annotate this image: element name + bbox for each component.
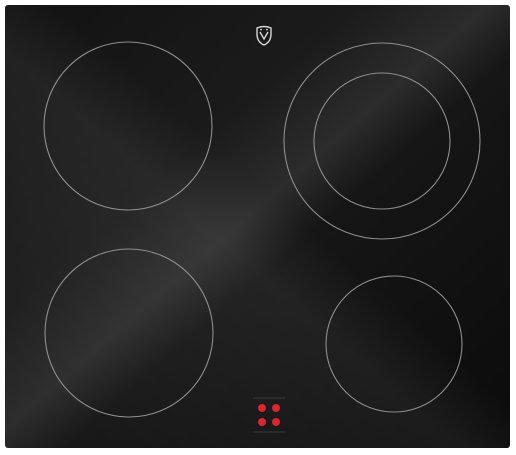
cooktop-surface (5, 5, 510, 448)
four-dot-indicator-icon (252, 394, 286, 436)
vzug-logo-icon (255, 25, 273, 47)
glass-reflection (5, 5, 510, 448)
indicator-dot-front-right (272, 418, 280, 426)
ceramic-cooktop (5, 5, 510, 448)
indicator-dot-front-left (258, 418, 266, 426)
indicator-dot-rear-left (258, 404, 266, 412)
indicator-dot-rear-right (272, 404, 280, 412)
